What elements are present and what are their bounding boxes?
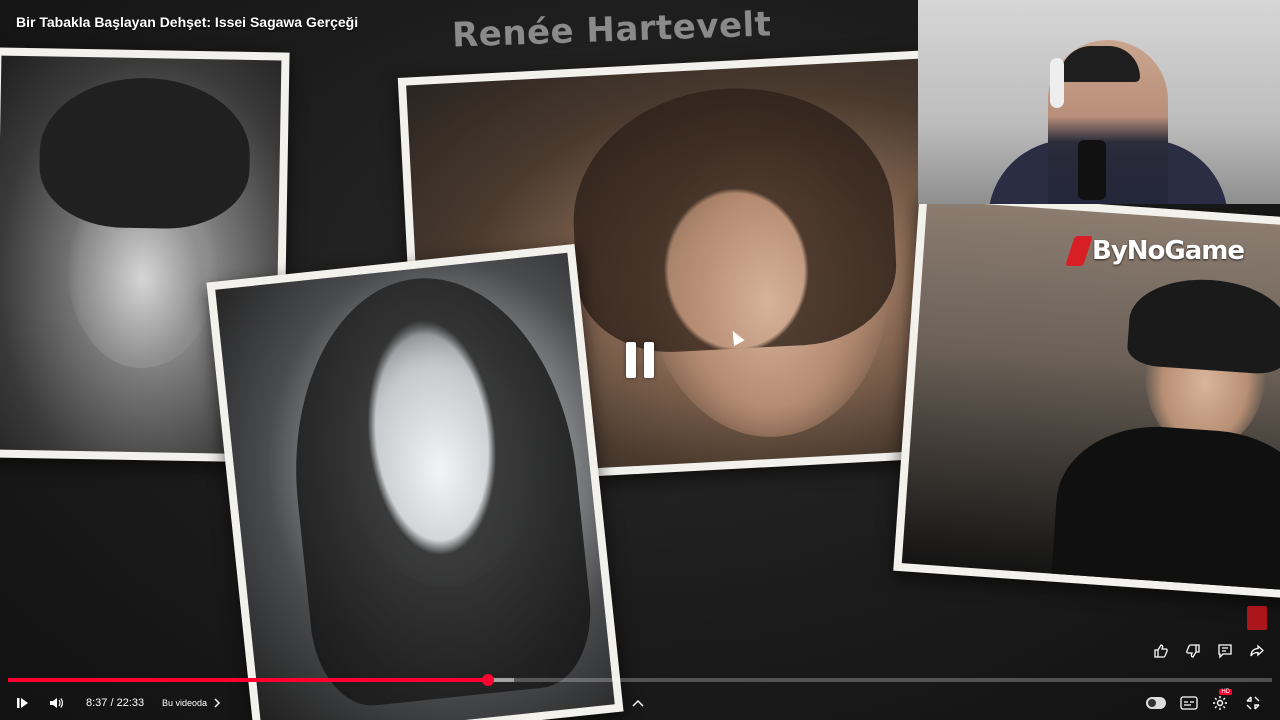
play-pause-icon (17, 698, 28, 708)
channel-logo: ByNoGame (1065, 236, 1245, 266)
expand-chevron-button[interactable] (632, 692, 644, 714)
settings-button[interactable]: HD (1212, 689, 1232, 714)
streamer-webcam (918, 0, 1280, 204)
chapter-label: Bu videoda (162, 698, 208, 708)
webcam-microphone (1078, 140, 1106, 200)
autoplay-toggle[interactable] (1146, 692, 1166, 714)
duration: 22:33 (116, 697, 145, 709)
hd-badge: HD (1219, 689, 1232, 695)
exit-fullscreen-icon (1246, 696, 1260, 710)
photo-young-woman (206, 243, 624, 720)
subtitles-button[interactable] (1180, 692, 1198, 714)
time-separator: / (110, 697, 114, 709)
comment-icon[interactable] (1214, 640, 1236, 662)
thumbs-down-icon[interactable] (1182, 640, 1204, 662)
chevron-right-icon (214, 698, 221, 708)
settings-icon (1213, 696, 1227, 710)
progress-bar[interactable] (8, 674, 1272, 686)
thumbs-up-icon[interactable] (1150, 640, 1172, 662)
subtitles-icon (1180, 696, 1198, 710)
volume-icon (50, 698, 64, 708)
overlay-name-title: Renée Hartevelt (451, 4, 773, 56)
play-pause-button[interactable] (14, 692, 30, 714)
volume-button[interactable] (48, 692, 64, 714)
video-title[interactable]: Bir Tabakla Başlayan Dehşet: Issei Sagaw… (16, 14, 358, 30)
webcam-headphone (1050, 58, 1064, 108)
chevron-up-icon (632, 699, 644, 707)
logo-mark-icon (1065, 236, 1093, 266)
channel-logo-text: ByNoGame (1092, 236, 1245, 266)
progress-played (8, 678, 489, 682)
chapter-button[interactable]: Bu videoda (162, 692, 221, 714)
video-player[interactable]: Renée Hartevelt Bir Tabakla Başlayan Deh… (0, 0, 1280, 720)
side-actions (1150, 640, 1268, 662)
center-pause-icon[interactable] (626, 342, 654, 378)
autoplay-toggle-icon (1146, 697, 1166, 709)
share-icon[interactable] (1246, 640, 1268, 662)
time-display: 8:37 / 22:33 (86, 692, 144, 714)
mini-channel-badge-icon (1247, 606, 1267, 630)
current-time: 8:37 (86, 697, 108, 709)
player-controls: 8:37 / 22:33 Bu videoda HD (0, 686, 1280, 720)
exit-fullscreen-button[interactable] (1246, 692, 1260, 714)
